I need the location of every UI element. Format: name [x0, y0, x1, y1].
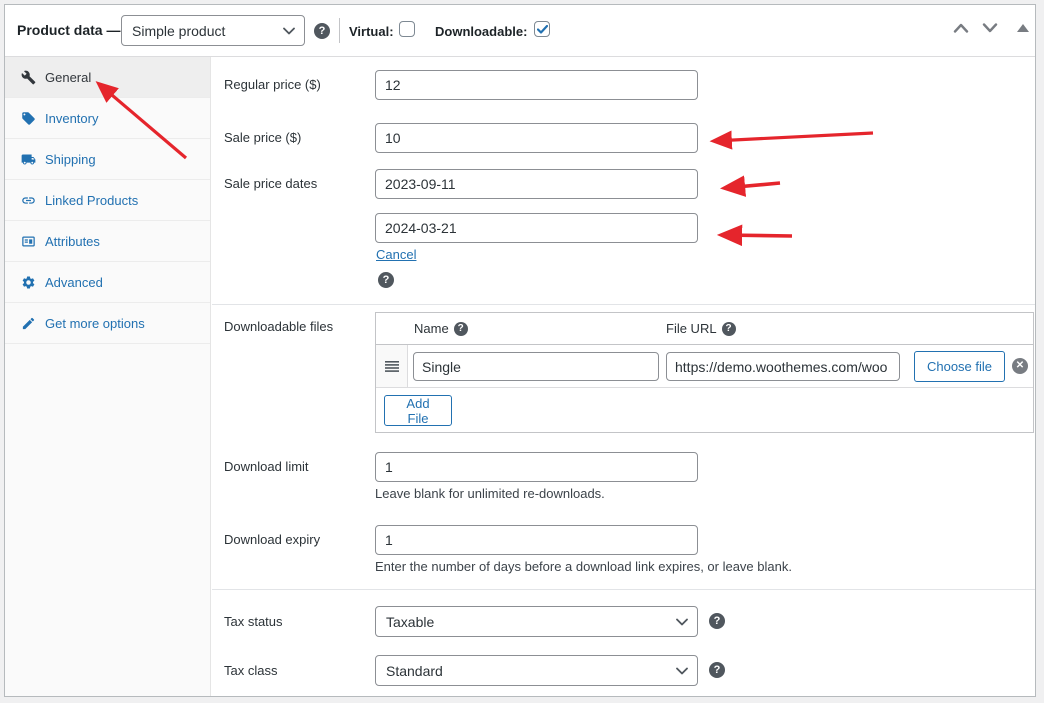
- wrench-icon: [21, 70, 36, 85]
- section-divider: [212, 589, 1035, 590]
- panel-title: Product data —: [17, 22, 120, 38]
- file-url-column-header: File URL: [666, 321, 717, 336]
- help-icon[interactable]: ?: [722, 322, 736, 336]
- drag-handle[interactable]: [376, 345, 408, 387]
- header-divider: [339, 18, 340, 43]
- chevron-down-icon: [676, 618, 688, 626]
- tax-status-label: Tax status: [224, 614, 283, 629]
- link-icon: [21, 193, 36, 208]
- help-icon[interactable]: ?: [314, 23, 330, 39]
- regular-price-label: Regular price ($): [224, 77, 321, 92]
- download-limit-input[interactable]: [375, 452, 698, 482]
- delete-file-icon[interactable]: ✕: [1012, 358, 1028, 374]
- download-expiry-input[interactable]: [375, 525, 698, 555]
- file-url-input[interactable]: [666, 352, 900, 381]
- tag-icon: [21, 111, 36, 126]
- drag-handle-icon: [385, 361, 399, 372]
- chevron-down-icon: [676, 667, 688, 675]
- downloadable-files-label: Downloadable files: [224, 319, 333, 334]
- product-type-value: Simple product: [132, 23, 225, 39]
- tab-linked-products[interactable]: Linked Products: [5, 180, 210, 221]
- virtual-checkbox[interactable]: [399, 21, 415, 37]
- tax-class-label: Tax class: [224, 663, 277, 678]
- product-type-select[interactable]: Simple product: [121, 15, 305, 46]
- file-row: Choose file ✕: [376, 345, 1033, 388]
- tab-inventory[interactable]: Inventory: [5, 98, 210, 139]
- sale-date-from-input[interactable]: [375, 169, 698, 199]
- download-expiry-label: Download expiry: [224, 532, 320, 547]
- cancel-sale-dates-link[interactable]: Cancel: [376, 247, 416, 262]
- add-file-button[interactable]: Add File: [384, 395, 452, 426]
- tab-get-more-options[interactable]: Get more options: [5, 303, 210, 344]
- downloadable-files-table: Name ? File URL ? Choose file ✕ Add File: [375, 312, 1034, 433]
- tab-label: General: [45, 70, 91, 85]
- panel-header: Product data — Simple product ? Virtual:…: [5, 5, 1035, 57]
- tab-panel-general: Regular price ($) Sale price ($) Sale pr…: [212, 57, 1035, 696]
- name-column-header: Name: [414, 321, 449, 336]
- move-down-icon[interactable]: [982, 23, 998, 33]
- file-name-input[interactable]: [413, 352, 659, 381]
- tab-label: Attributes: [45, 234, 100, 249]
- download-limit-label: Download limit: [224, 459, 309, 474]
- move-up-icon[interactable]: [953, 23, 969, 33]
- choose-file-button[interactable]: Choose file: [914, 351, 1005, 382]
- help-icon[interactable]: ?: [378, 272, 394, 288]
- tab-general[interactable]: General: [5, 57, 210, 98]
- sale-price-input[interactable]: [375, 123, 698, 153]
- tab-shipping[interactable]: Shipping: [5, 139, 210, 180]
- tax-status-value: Taxable: [386, 614, 434, 630]
- download-expiry-help-text: Enter the number of days before a downlo…: [375, 559, 792, 574]
- tab-label: Get more options: [45, 316, 145, 331]
- chevron-down-icon: [283, 27, 295, 35]
- downloadable-checkbox[interactable]: [534, 21, 550, 37]
- help-icon[interactable]: ?: [709, 662, 725, 678]
- tab-label: Inventory: [45, 111, 98, 126]
- virtual-label: Virtual:: [349, 24, 394, 39]
- tax-class-select[interactable]: Standard: [375, 655, 698, 686]
- help-icon[interactable]: ?: [709, 613, 725, 629]
- tab-label: Advanced: [45, 275, 103, 290]
- section-divider: [212, 304, 1035, 305]
- tab-label: Shipping: [45, 152, 96, 167]
- files-table-header: Name ? File URL ?: [376, 313, 1033, 345]
- truck-icon: [21, 152, 36, 167]
- tab-advanced[interactable]: Advanced: [5, 262, 210, 303]
- pencil-icon: [21, 316, 36, 331]
- regular-price-input[interactable]: [375, 70, 698, 100]
- downloadable-label: Downloadable:: [435, 24, 527, 39]
- tab-attributes[interactable]: Attributes: [5, 221, 210, 262]
- tax-class-value: Standard: [386, 663, 443, 679]
- check-icon: [537, 25, 548, 34]
- help-icon[interactable]: ?: [454, 322, 468, 336]
- tax-status-select[interactable]: Taxable: [375, 606, 698, 637]
- sale-date-to-input[interactable]: [375, 213, 698, 243]
- product-data-tabs: General Inventory Shipping Linked Produc…: [5, 57, 211, 696]
- sale-price-label: Sale price ($): [224, 130, 301, 145]
- collapse-toggle-icon[interactable]: [1017, 24, 1029, 32]
- product-data-panel: Product data — Simple product ? Virtual:…: [4, 4, 1036, 697]
- download-limit-help-text: Leave blank for unlimited re-downloads.: [375, 486, 605, 501]
- index-card-icon: [21, 234, 36, 249]
- tab-label: Linked Products: [45, 193, 138, 208]
- gear-icon: [21, 275, 36, 290]
- sale-price-dates-label: Sale price dates: [224, 176, 317, 191]
